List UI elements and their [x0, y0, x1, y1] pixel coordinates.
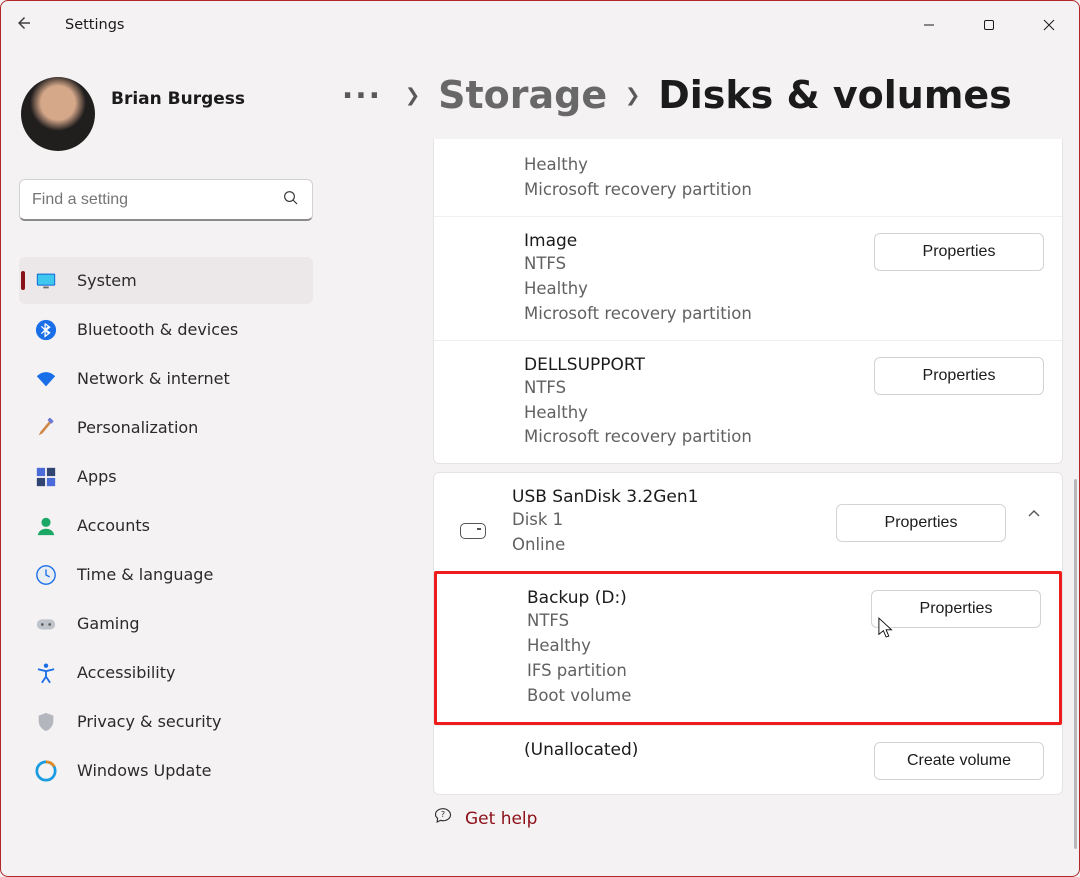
- bluetooth-icon: [35, 319, 57, 341]
- disk-icon: [460, 523, 486, 539]
- apps-icon: [35, 466, 57, 488]
- sidebar-item-label: Bluetooth & devices: [77, 320, 238, 339]
- breadcrumb-current: Disks & volumes: [658, 73, 1012, 117]
- volume-type: Microsoft recovery partition: [524, 425, 862, 449]
- sidebar-item-personalization[interactable]: Personalization: [19, 404, 313, 451]
- back-arrow-icon: [15, 14, 33, 37]
- close-button[interactable]: [1019, 5, 1079, 45]
- disk-name: USB SanDisk 3.2Gen1: [512, 487, 836, 507]
- search-input[interactable]: [32, 191, 282, 209]
- sidebar-item-label: System: [77, 271, 137, 290]
- sidebar-item-privacy[interactable]: Privacy & security: [19, 698, 313, 745]
- get-help-link[interactable]: ? Get help: [433, 807, 1063, 832]
- sidebar-item-label: Windows Update: [77, 761, 211, 780]
- sidebar-item-system[interactable]: System: [19, 257, 313, 304]
- sidebar-item-label: Accessibility: [77, 663, 175, 682]
- user-block[interactable]: Brian Burgess: [19, 77, 313, 151]
- volume-status: Healthy: [527, 634, 859, 658]
- properties-button[interactable]: Properties: [836, 504, 1006, 542]
- sidebar-item-label: Personalization: [77, 418, 198, 437]
- volume-row-dellsupport[interactable]: DELLSUPPORT NTFS Healthy Microsoft recov…: [434, 340, 1062, 464]
- volume-type: Microsoft recovery partition: [524, 178, 1032, 202]
- scrollbar-thumb[interactable]: [1074, 479, 1077, 849]
- window-buttons: [899, 5, 1079, 45]
- wifi-icon: [35, 368, 57, 390]
- sidebar-item-label: Privacy & security: [77, 712, 221, 731]
- sidebar-item-label: Apps: [77, 467, 117, 486]
- volume-title: Backup (D:): [527, 588, 859, 608]
- volume-type: IFS partition: [527, 659, 859, 683]
- accessibility-icon: [35, 662, 57, 684]
- disk-header[interactable]: USB SanDisk 3.2Gen1 Disk 1 Online Proper…: [434, 473, 1062, 571]
- sidebar-item-time-language[interactable]: Time & language: [19, 551, 313, 598]
- volume-fs: NTFS: [524, 376, 862, 400]
- search-icon: [282, 189, 300, 211]
- volume-type: Microsoft recovery partition: [524, 302, 862, 326]
- monitor-icon: [35, 270, 57, 292]
- disk-label: Disk 1: [512, 508, 836, 532]
- volume-title: Image: [524, 231, 862, 251]
- sidebar-item-network[interactable]: Network & internet: [19, 355, 313, 402]
- help-label: Get help: [465, 809, 537, 829]
- volume-row-backup[interactable]: Backup (D:) NTFS Healthy IFS partition B…: [437, 574, 1059, 722]
- volume-row[interactable]: Healthy Microsoft recovery partition: [434, 139, 1062, 216]
- brush-icon: [35, 417, 57, 439]
- person-icon: [35, 515, 57, 537]
- nav-list: System Bluetooth & devices Network & int…: [19, 257, 313, 794]
- chevron-right-icon: ❯: [405, 85, 420, 106]
- search-box[interactable]: [19, 179, 313, 221]
- back-button[interactable]: [1, 14, 47, 37]
- breadcrumb: ... ❯ Storage ❯ Disks & volumes: [331, 73, 1012, 117]
- sidebar: Brian Burgess System Bluetooth & devi: [1, 49, 331, 876]
- help-icon: ?: [433, 807, 453, 832]
- sidebar-item-label: Time & language: [77, 565, 213, 584]
- sidebar-item-label: Network & internet: [77, 369, 230, 388]
- gamepad-icon: [35, 613, 57, 635]
- user-name: Brian Burgess: [111, 89, 245, 109]
- volume-fs: NTFS: [527, 609, 859, 633]
- sidebar-item-windows-update[interactable]: Windows Update: [19, 747, 313, 794]
- sidebar-item-label: Gaming: [77, 614, 140, 633]
- volume-status: Healthy: [524, 277, 862, 301]
- disk0-group: Healthy Microsoft recovery partition Ima…: [433, 139, 1063, 464]
- sidebar-item-gaming[interactable]: Gaming: [19, 600, 313, 647]
- clock-globe-icon: [35, 564, 57, 586]
- avatar: [21, 77, 95, 151]
- sidebar-item-apps[interactable]: Apps: [19, 453, 313, 500]
- minimize-button[interactable]: [899, 5, 959, 45]
- disk-state: Online: [512, 533, 836, 557]
- update-icon: [35, 760, 57, 782]
- volume-status: Healthy: [524, 401, 862, 425]
- create-volume-button[interactable]: Create volume: [874, 742, 1044, 780]
- volume-list: Healthy Microsoft recovery partition Ima…: [433, 139, 1063, 839]
- sidebar-item-accounts[interactable]: Accounts: [19, 502, 313, 549]
- sidebar-item-bluetooth[interactable]: Bluetooth & devices: [19, 306, 313, 353]
- properties-button[interactable]: Properties: [874, 357, 1044, 395]
- properties-button[interactable]: Properties: [871, 590, 1041, 628]
- volume-fs: NTFS: [524, 252, 862, 276]
- properties-button[interactable]: Properties: [874, 233, 1044, 271]
- chevron-up-icon[interactable]: [1024, 504, 1044, 524]
- shield-icon: [35, 711, 57, 733]
- user-email-redacted: [111, 109, 245, 131]
- chevron-right-icon: ❯: [625, 85, 640, 106]
- breadcrumb-parent[interactable]: Storage: [438, 73, 607, 117]
- sidebar-item-accessibility[interactable]: Accessibility: [19, 649, 313, 696]
- svg-text:?: ?: [441, 809, 445, 819]
- titlebar: Settings: [1, 1, 1079, 49]
- app-body: Brian Burgess System Bluetooth & devi: [1, 49, 1079, 876]
- volume-row-unallocated[interactable]: (Unallocated) Create volume: [434, 725, 1062, 794]
- maximize-button[interactable]: [959, 5, 1019, 45]
- sidebar-item-label: Accounts: [77, 516, 150, 535]
- disk1-group: USB SanDisk 3.2Gen1 Disk 1 Online Proper…: [433, 472, 1063, 795]
- highlight-annotation: Backup (D:) NTFS Healthy IFS partition B…: [434, 571, 1062, 725]
- volume-row-image[interactable]: Image NTFS Healthy Microsoft recovery pa…: [434, 216, 1062, 340]
- volume-title: DELLSUPPORT: [524, 355, 862, 375]
- window-title: Settings: [47, 17, 124, 33]
- volume-status: Healthy: [524, 153, 1032, 177]
- volume-extra: Boot volume: [527, 684, 859, 708]
- volume-title: (Unallocated): [524, 740, 862, 760]
- content-pane: ... ❯ Storage ❯ Disks & volumes Healthy …: [331, 49, 1079, 876]
